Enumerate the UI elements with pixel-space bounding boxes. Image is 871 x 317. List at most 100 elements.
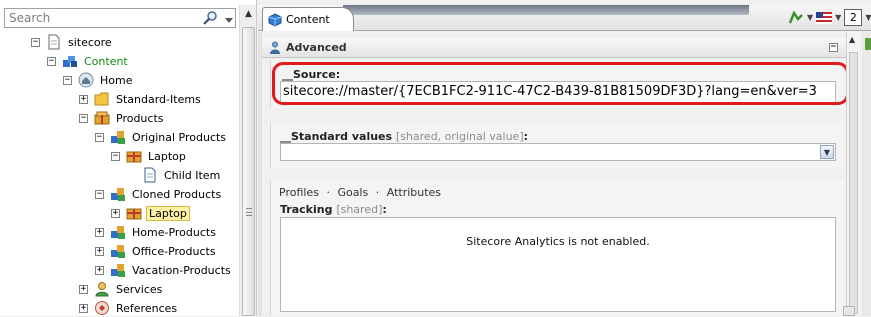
tree-item-label: Laptop [148,149,186,163]
standard-values-select[interactable]: ▼ [280,143,836,161]
tree-item-label: Standard-Items [116,92,201,106]
tree-item-child-item[interactable]: Child Item [142,166,222,184]
collapse-toggle-icon[interactable]: − [31,37,40,47]
tree-item-cloned-products[interactable]: − Cloned Products [95,185,223,203]
tree-item-sitecore[interactable]: − sitecore [31,33,114,51]
scroll-up-icon[interactable]: ▲ [241,7,256,22]
group-icon [111,264,125,277]
side-panel-edge [862,32,871,316]
content-icon [63,56,77,67]
tree-item-label: Products [116,111,164,125]
language-flag-icon[interactable] [816,11,833,24]
document-icon [48,34,60,50]
editor-gutter [258,32,262,316]
source-highlight-annotation [272,62,849,105]
tree-item-products[interactable]: − Products [79,109,166,127]
tracking-label: Tracking [shared]: [280,203,387,216]
tree-item-content[interactable]: − Content [47,52,130,70]
tree-item-label: Home [100,73,133,87]
tree-item-label: Services [116,282,163,296]
tracking-colon: : [382,203,387,216]
tree-item-services[interactable]: + Services [79,280,164,298]
link-separator: · [326,186,330,199]
expand-toggle-icon[interactable]: + [79,284,88,294]
search-box[interactable] [4,8,236,28]
collapse-toggle-icon[interactable]: − [79,113,88,123]
expand-toggle-icon[interactable]: + [79,94,88,104]
tab-strip-band [343,5,749,15]
tree-item-home-products[interactable]: + Home-Products [95,223,218,241]
collapse-toggle-icon[interactable]: − [63,75,72,85]
standard-values-colon: : [523,130,529,143]
cube-icon [268,12,282,27]
section-collapse-icon[interactable]: − [829,43,838,52]
tab-content-label: Content [286,13,330,26]
side-panel-icon[interactable] [865,38,871,50]
tree-item-label-selected: Laptop [146,205,190,221]
tree-item-label: Vacation-Products [132,263,231,277]
tree-item-label: Content [84,54,128,68]
version-selector[interactable]: 2 [844,9,863,26]
tree-item-vacation-products[interactable]: + Vacation-Products [95,261,233,279]
collapse-toggle-icon[interactable]: − [47,56,56,66]
collapse-toggle-icon[interactable]: − [95,189,104,199]
standard-values-label: __Standard values [shared, original valu… [280,130,528,143]
home-icon [78,72,94,88]
navigate-arrow-icon[interactable] [788,10,804,25]
folder-icon [94,92,109,106]
tracking-message: Sitecore Analytics is not enabled. [466,235,650,248]
expand-toggle-icon[interactable]: + [111,208,120,218]
search-input[interactable] [5,9,195,27]
tree-item-label: Cloned Products [132,187,222,201]
chevron-down-icon[interactable]: ▼ [820,145,834,159]
version-number: 2 [849,11,857,24]
navigate-dropdown-caret-icon[interactable]: ▼ [807,13,813,22]
references-icon [95,301,109,315]
expand-toggle-icon[interactable]: + [79,303,88,313]
editor-scroll-thumb[interactable] [849,52,858,314]
tracking-note: [shared] [336,203,383,216]
tree-scrollbar[interactable]: ▲ [239,5,256,316]
tree-item-laptop-cloned[interactable]: + Laptop [111,204,190,222]
tab-content[interactable]: Content [262,7,354,31]
scroll-corner [843,306,855,316]
group-icon [111,226,125,239]
tree-item-label: Child Item [164,168,221,182]
tree-item-label: Office-Products [132,244,216,258]
box-icon [126,151,142,163]
tree-item-label: Home-Products [132,225,216,239]
group-icon [111,245,125,258]
attributes-link[interactable]: Attributes [387,186,441,199]
tree-item-label: Original Products [132,130,227,144]
tree-item-original-products[interactable]: − Original Products [95,128,228,146]
collapse-toggle-icon[interactable]: − [111,151,120,161]
tracking-links: Profiles · Goals · Attributes [279,186,445,199]
goals-link[interactable]: Goals [337,186,368,199]
group-icon [111,131,125,144]
scroll-grip-icon [246,208,252,216]
tree-scroll-thumb[interactable] [242,27,255,316]
tree-item-laptop-original[interactable]: − Laptop [111,147,188,165]
tree-item-office-products[interactable]: + Office-Products [95,242,218,260]
group-icon [111,188,125,201]
products-icon [94,111,110,125]
expand-toggle-icon[interactable]: + [95,265,104,275]
language-dropdown-caret-icon[interactable]: ▼ [835,13,841,22]
expand-toggle-icon[interactable]: + [95,227,104,237]
standard-values-title: __Standard values [280,130,393,143]
tree-item-home[interactable]: − Home [63,71,134,89]
editor-tab-strip: Content ▼ ▼ 2 ▼ [258,5,871,31]
tree-item-label: sitecore [68,35,112,49]
search-options-caret-icon[interactable] [225,14,233,23]
collapse-toggle-icon[interactable]: − [95,132,104,142]
content-tree-pane: ▲ − sitecore − Content − Home + Standard… [0,0,257,316]
tree-item-references[interactable]: + References [79,299,179,317]
version-dropdown-caret-icon[interactable]: ▼ [865,13,871,22]
expand-toggle-icon[interactable]: + [95,246,104,256]
section-header-advanced[interactable]: Advanced − [262,38,846,58]
scroll-up-icon[interactable]: ▲ [849,35,855,44]
tree-item-standard-items[interactable]: + Standard-Items [79,90,203,108]
profiles-link[interactable]: Profiles [279,186,319,199]
magnifier-icon[interactable] [202,11,220,25]
editor-scrollbar[interactable]: ▲ [846,32,860,316]
